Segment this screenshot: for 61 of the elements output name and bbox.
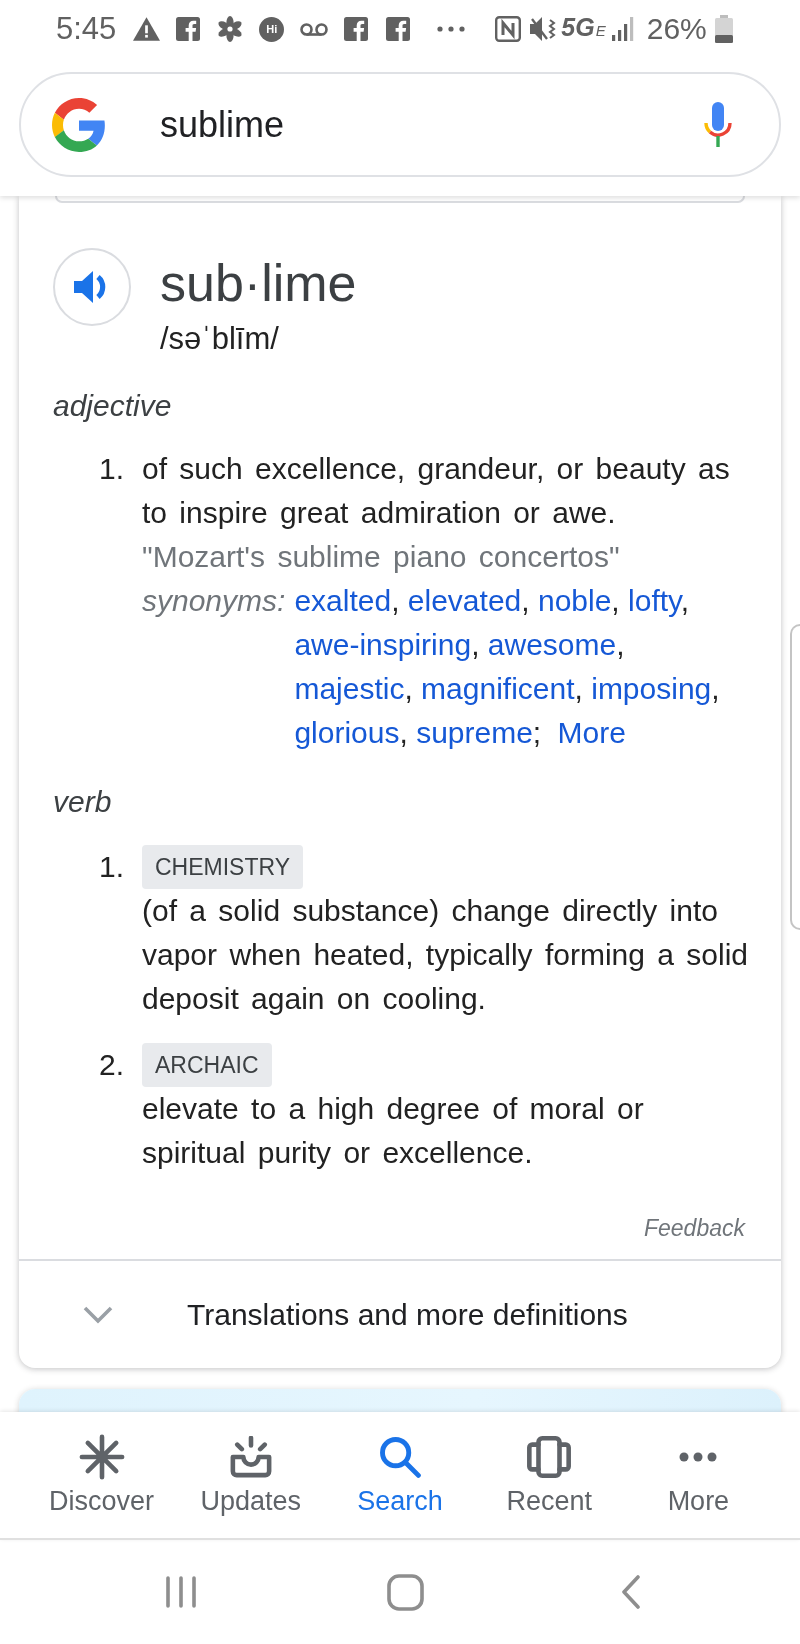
synonym-link[interactable]: awesome [487,628,617,661]
voicemail-icon [300,22,329,36]
network-type: 5GE [561,12,606,43]
synonym-link[interactable]: glorious [294,716,400,749]
nav-button[interactable]: Search [325,1412,475,1538]
three-bars-icon [164,1575,197,1609]
feedback-link[interactable]: Feedback [644,1213,745,1243]
synonym-link[interactable]: majestic [294,672,405,705]
part-of-speech-label: adjective [53,388,172,424]
synonyms-label: synonyms: [142,583,286,619]
more-link[interactable]: More [557,716,626,749]
battery-icon [714,15,733,43]
back-chevron-icon [620,1575,641,1609]
home-button[interactable] [387,1573,424,1611]
nav-button[interactable]: Updates [176,1412,326,1538]
expand-row[interactable]: Translations and more definitions [19,1261,781,1368]
stacked-cards-icon [526,1436,573,1478]
synonym-link[interactable]: awe-inspiring [294,628,472,661]
usage-tag: ARCHAIC [142,1043,272,1087]
synonym-link[interactable]: magnificent [421,672,575,705]
square-f-logo-icon [176,17,201,41]
example-text: "Mozart's sublime piano concertos" [142,539,620,575]
square-f-logo-icon [344,17,369,41]
g-logo-icon [52,97,106,152]
rounded-square-icon [387,1573,424,1611]
recent-apps-button[interactable] [164,1575,197,1609]
search-icon [379,1436,421,1478]
synonym-link[interactable]: noble [537,584,612,617]
definition-text: of such excellence, grandeur, or beauty as to inspire great admiration or awe. [142,451,731,531]
mute-vibrate-icon [529,16,558,42]
definition-text: elevate to a high degree of moral or spiritual purity or excellence. [142,1091,645,1171]
warning-icon [133,17,161,41]
synonym-link[interactable]: imposing [591,672,712,705]
synonym-link[interactable]: elevated [407,584,522,617]
part-of-speech-label: verb [53,784,112,820]
nfc-icon [495,16,522,42]
asterisk-icon [78,1434,125,1480]
nav-button[interactable]: More [623,1412,773,1538]
headword: sub·lime [160,253,357,313]
search-field[interactable]: sublime [19,72,781,177]
definition-number: 1. [99,849,126,885]
more-dots-icon [679,1452,718,1462]
square-f-logo-icon [386,17,411,41]
nav-button[interactable]: Discover [27,1412,177,1538]
edge-panel-handle[interactable] [790,624,800,930]
pronunciation: /səˈblīm/ [160,320,279,358]
synonym-list: exalted, elevated, noble, lofty, awe-inspiring, awesome, majestic, magnificent, imposing, glorious, supreme; More [294,579,728,755]
usage-tag: CHEMISTRY [142,845,304,889]
chat-badge: Hi [259,16,285,42]
synonym-link[interactable]: lofty [628,584,681,617]
status-time: 5:45 [56,11,117,47]
mic-icon[interactable] [703,102,733,147]
nav-button[interactable]: Recent [474,1412,624,1538]
definition-text: (of a solid substance) change directly into vapor when heated, typically forming a solid deposit again on cooling. [142,893,749,1017]
synonym-link[interactable]: exalted [294,584,392,617]
battery-percent: 26% [646,11,707,47]
more-dots-icon [437,26,466,32]
definition-number: 2. [99,1047,126,1083]
back-button[interactable] [620,1575,641,1609]
definition-number: 1. [99,451,126,487]
synonym-link[interactable]: supreme [416,716,533,749]
